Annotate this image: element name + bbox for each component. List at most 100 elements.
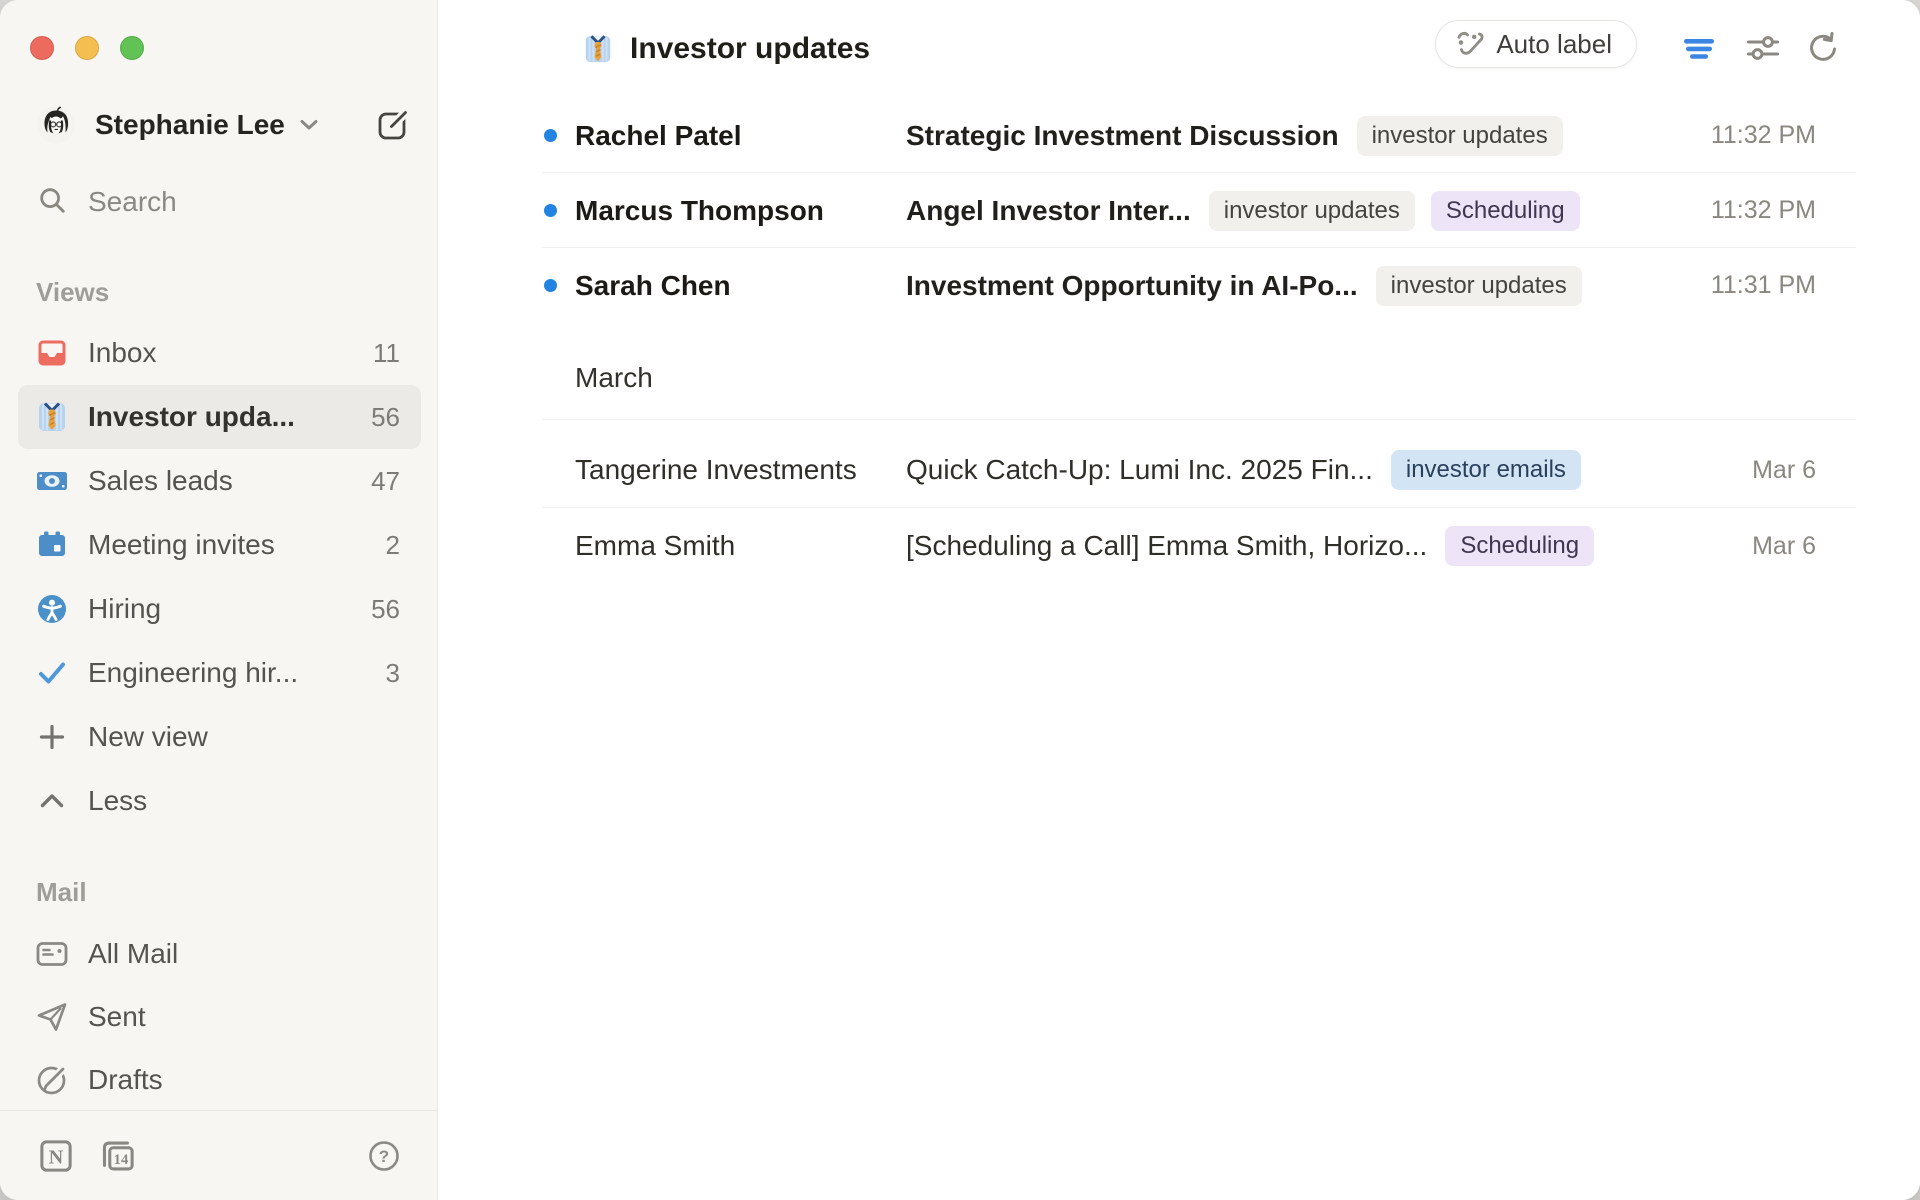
sidebar-item-sent[interactable]: Sent xyxy=(18,985,421,1048)
email-subject: Investment Opportunity in AI-Po... xyxy=(906,270,1358,302)
sidebar-item-drafts[interactable]: Drafts xyxy=(18,1048,421,1111)
money-icon xyxy=(35,464,69,498)
plus-icon xyxy=(35,720,69,754)
notion-calendar-icon[interactable]: 14 xyxy=(98,1136,138,1176)
sidebar-item-inbox[interactable]: Inbox 11 xyxy=(18,321,421,385)
refresh-icon[interactable] xyxy=(1805,30,1841,66)
email-sender: Sarah Chen xyxy=(575,270,906,302)
email-subject: Strategic Investment Discussion xyxy=(906,120,1339,152)
item-count: 3 xyxy=(376,658,400,689)
search-button[interactable]: Search xyxy=(0,178,437,226)
check-icon xyxy=(35,656,69,690)
page-title: Investor updates xyxy=(630,32,870,66)
email-sender: Tangerine Investments xyxy=(575,454,906,486)
unread-dot xyxy=(544,279,557,292)
email-subject: Angel Investor Inter... xyxy=(906,195,1191,227)
email-time: 11:32 PM xyxy=(1711,196,1816,225)
email-group-march: March Tangerine Investments Quick Catch-… xyxy=(438,323,1920,584)
email-tags: investor updates Scheduling xyxy=(1209,191,1580,231)
account-switcher[interactable]: Stephanie Lee xyxy=(37,100,411,150)
all-mail-icon xyxy=(35,937,69,971)
group-heading: March xyxy=(438,323,1920,420)
avatar xyxy=(37,106,75,144)
sidebar-item-new-view[interactable]: New view xyxy=(18,705,421,769)
drafts-icon xyxy=(35,1063,69,1097)
item-count: 47 xyxy=(361,466,400,497)
email-time: Mar 6 xyxy=(1752,532,1816,561)
email-group: Rachel Patel Strategic Investment Discus… xyxy=(438,98,1920,323)
email-subject: Quick Catch-Up: Lumi Inc. 2025 Fin... xyxy=(906,454,1373,486)
app-window: Stephanie Lee Search Views xyxy=(0,0,1920,1200)
label-tag-investor-updates[interactable]: investor updates xyxy=(1357,116,1563,156)
chevron-up-icon xyxy=(35,784,69,818)
label-tag-investor-updates[interactable]: investor updates xyxy=(1209,191,1415,231)
email-sender: Emma Smith xyxy=(575,530,906,562)
sidebar-item-engineering-hir[interactable]: Engineering hir... 3 xyxy=(18,641,421,705)
email-row-rachel-patel[interactable]: Rachel Patel Strategic Investment Discus… xyxy=(438,98,1920,173)
view-header: Investor updates Auto label xyxy=(438,0,1920,98)
close-window-button[interactable] xyxy=(30,36,54,60)
email-time: 11:32 PM xyxy=(1711,121,1816,150)
window-controls xyxy=(30,36,437,60)
notion-icon[interactable]: N xyxy=(36,1136,76,1176)
search-label: Search xyxy=(88,186,177,218)
email-sender: Rachel Patel xyxy=(575,120,906,152)
label-tag-scheduling[interactable]: Scheduling xyxy=(1431,191,1580,231)
email-row-emma-smith[interactable]: Emma Smith [Scheduling a Call] Emma Smit… xyxy=(438,508,1920,584)
email-row-tangerine-investments[interactable]: Tangerine Investments Quick Catch-Up: Lu… xyxy=(438,432,1920,508)
chevron-down-icon xyxy=(299,118,319,132)
unread-dot xyxy=(544,129,557,142)
email-time: Mar 6 xyxy=(1752,456,1816,485)
sidebar-item-less[interactable]: Less xyxy=(18,769,421,833)
email-tags: investor emails xyxy=(1391,450,1581,490)
email-sender: Marcus Thompson xyxy=(575,195,906,227)
email-tags: investor updates xyxy=(1357,116,1563,156)
inbox-icon xyxy=(35,336,69,370)
label-tag-scheduling[interactable]: Scheduling xyxy=(1445,526,1594,566)
sent-icon xyxy=(35,1000,69,1034)
necktie-icon xyxy=(582,33,614,65)
sidebar: Stephanie Lee Search Views xyxy=(0,0,438,1200)
label-tag-investor-emails[interactable]: investor emails xyxy=(1391,450,1581,490)
calendar-icon xyxy=(35,528,69,562)
filter-icon[interactable] xyxy=(1681,30,1717,66)
user-name: Stephanie Lee xyxy=(95,109,285,141)
sidebar-item-hiring[interactable]: Hiring 56 xyxy=(18,577,421,641)
email-list: Rachel Patel Strategic Investment Discus… xyxy=(438,98,1920,584)
sliders-icon[interactable] xyxy=(1745,30,1781,66)
email-time: 11:31 PM xyxy=(1711,271,1816,300)
mail-section-label: Mail xyxy=(0,876,437,908)
item-count: 56 xyxy=(361,594,400,625)
email-subject: [Scheduling a Call] Emma Smith, Horizo..… xyxy=(906,530,1427,562)
zoom-window-button[interactable] xyxy=(120,36,144,60)
email-tags: Scheduling xyxy=(1445,526,1594,566)
main-panel: Investor updates Auto label xyxy=(438,0,1920,1200)
sidebar-footer: N 14? xyxy=(0,1110,437,1200)
unread-dot xyxy=(544,204,557,217)
email-row-sarah-chen[interactable]: Sarah Chen Investment Opportunity in AI-… xyxy=(438,248,1920,323)
item-count: 11 xyxy=(363,338,400,369)
views-list: Inbox 11 Investor upda... 56 Sales leads… xyxy=(0,321,437,833)
minimize-window-button[interactable] xyxy=(75,36,99,60)
compose-icon[interactable] xyxy=(375,107,411,143)
svg-text:?: ? xyxy=(379,1147,389,1166)
svg-text:14: 14 xyxy=(114,1152,129,1168)
sidebar-item-meeting-invites[interactable]: Meeting invites 2 xyxy=(18,513,421,577)
person-icon xyxy=(35,592,69,626)
sidebar-item-all-mail[interactable]: All Mail xyxy=(18,922,421,985)
sidebar-item-sales-leads[interactable]: Sales leads 47 xyxy=(18,449,421,513)
email-row-marcus-thompson[interactable]: Marcus Thompson Angel Investor Inter... … xyxy=(438,173,1920,248)
svg-text:N: N xyxy=(49,1146,64,1168)
search-icon xyxy=(37,185,67,220)
mail-list: All Mail Sent Drafts xyxy=(0,922,437,1111)
auto-label-button[interactable]: Auto label xyxy=(1435,20,1637,68)
label-tag-investor-updates[interactable]: investor updates xyxy=(1376,266,1582,306)
item-count: 56 xyxy=(361,402,400,433)
sidebar-item-investor-upda[interactable]: Investor upda... 56 xyxy=(18,385,421,449)
necktie-icon xyxy=(35,400,69,434)
item-count: 2 xyxy=(376,530,400,561)
help-icon[interactable]: ? xyxy=(367,1139,401,1173)
view-title-group: Investor updates xyxy=(582,0,870,98)
auto-label-text: Auto label xyxy=(1496,29,1612,60)
views-section-label: Views xyxy=(0,276,437,308)
